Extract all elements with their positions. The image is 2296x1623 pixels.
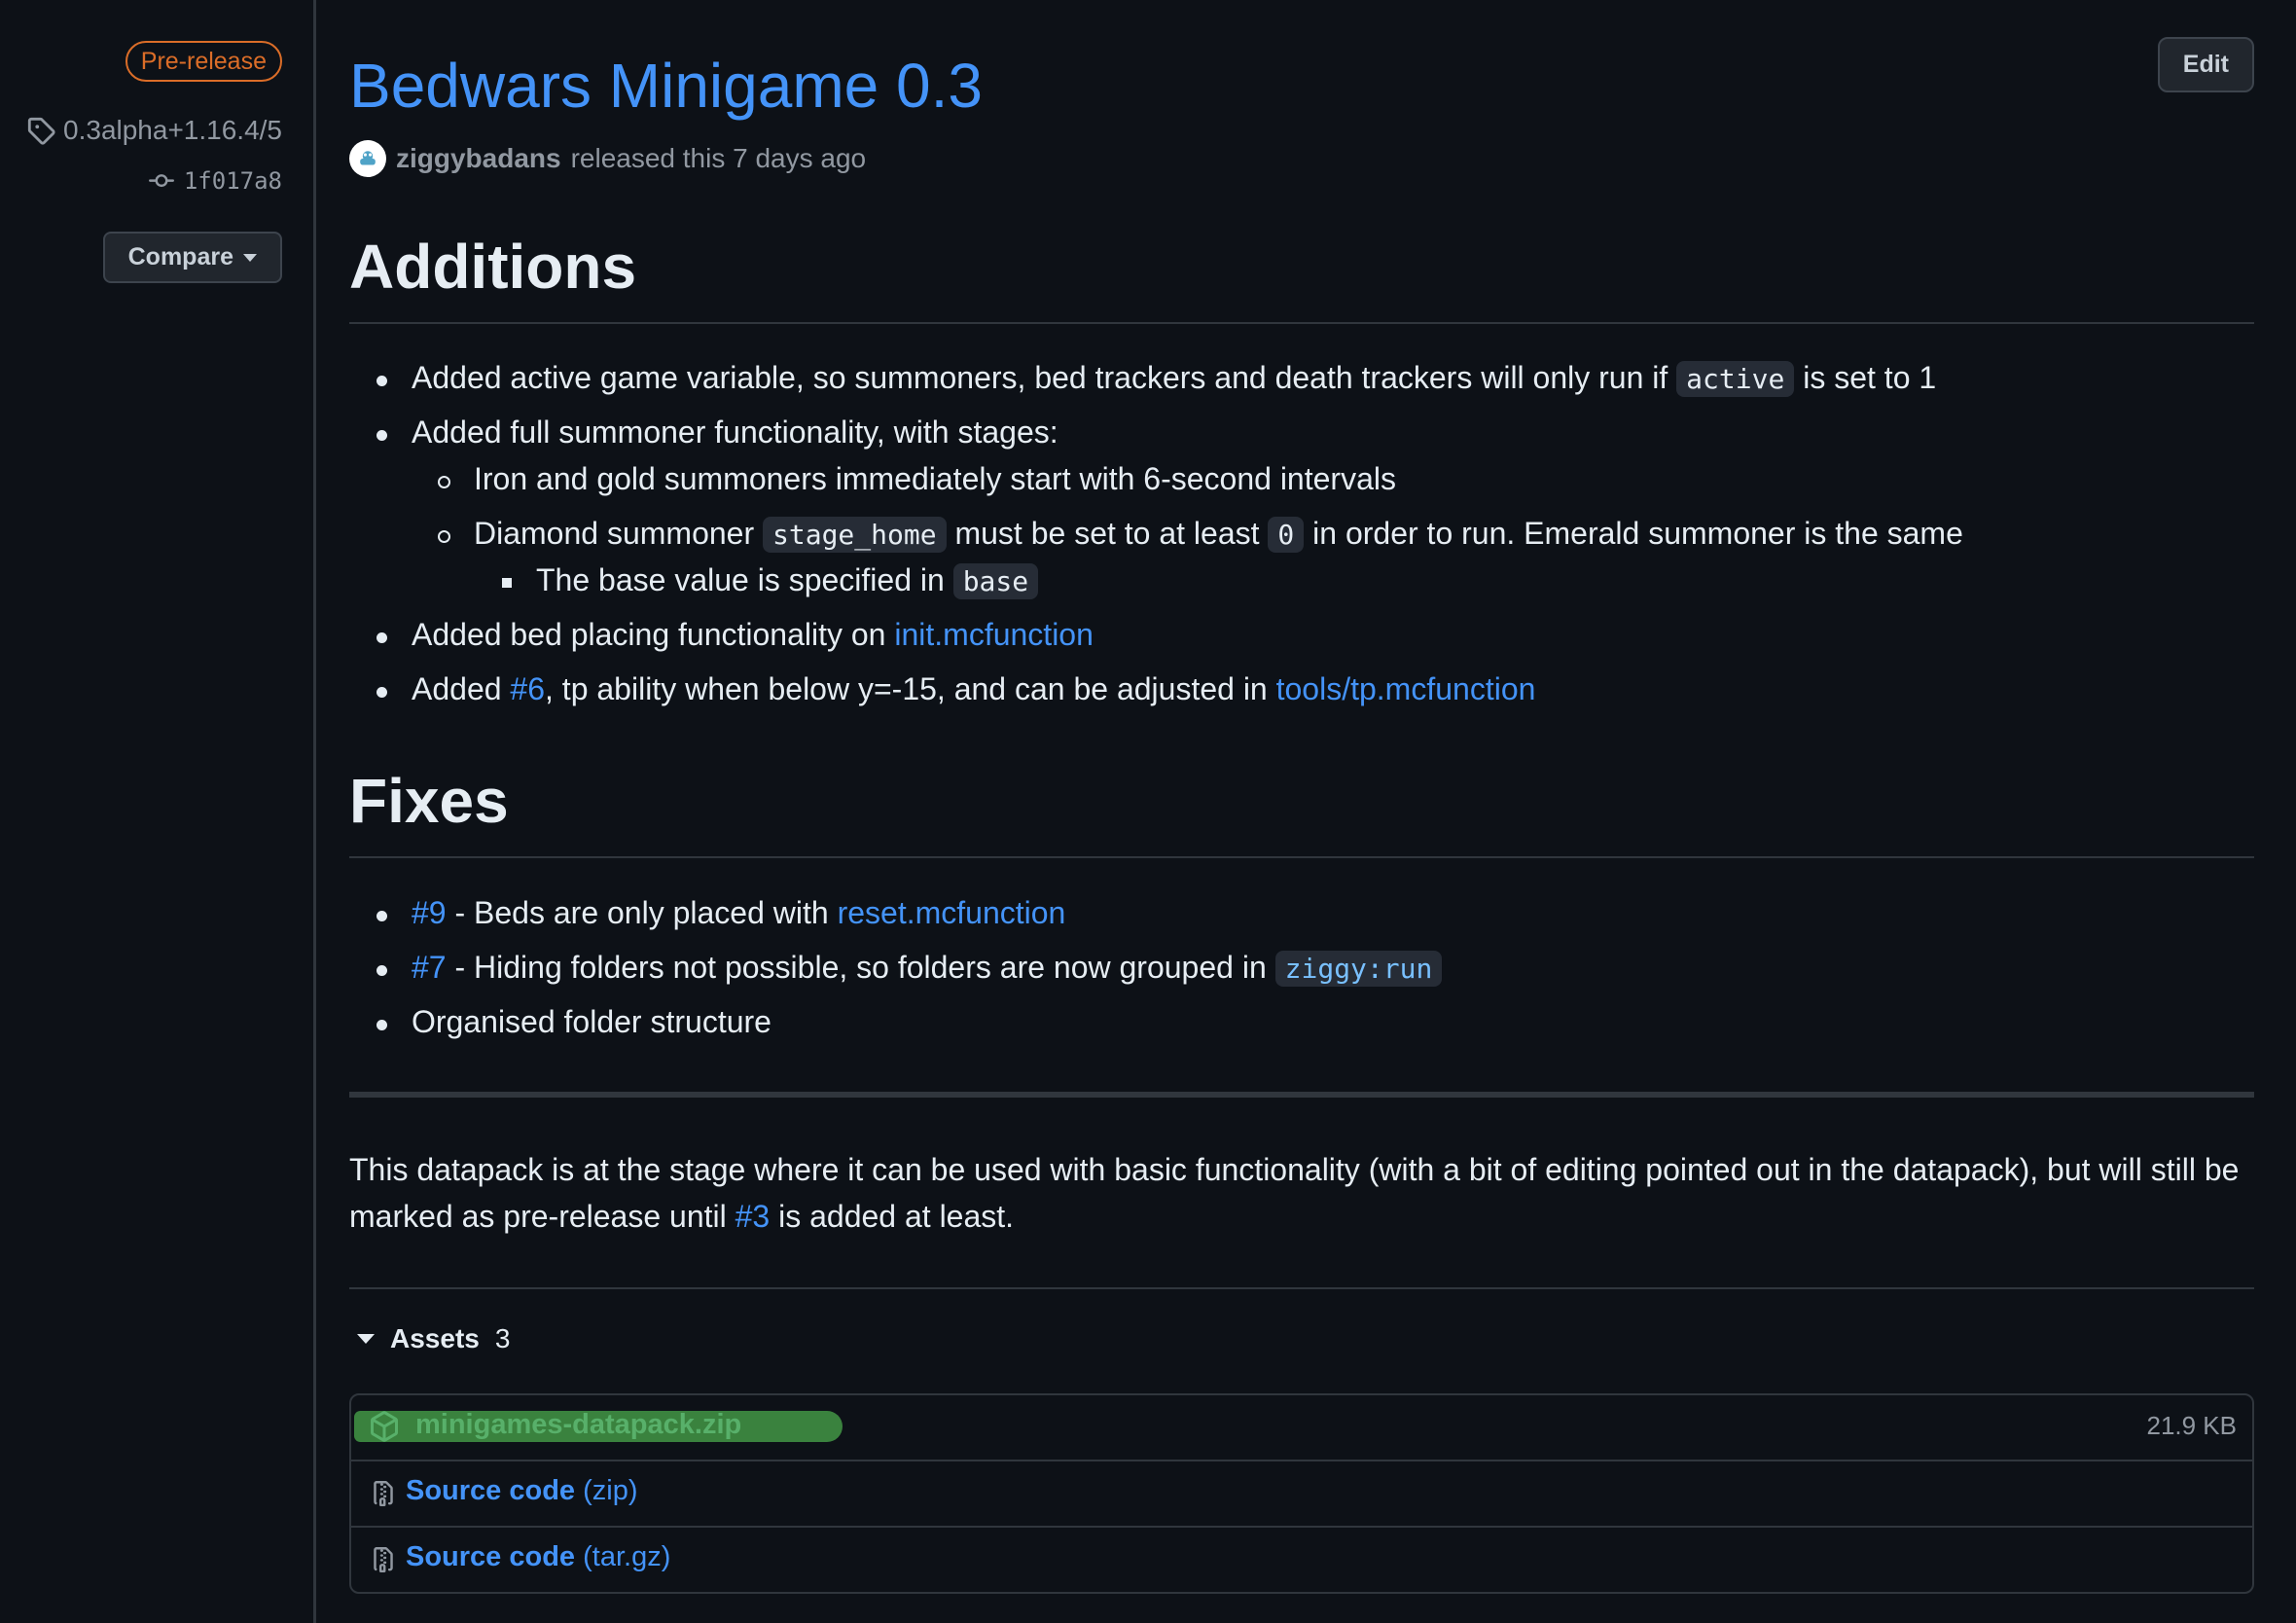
source-code-ext: (tar.gz): [583, 1541, 671, 1572]
list-item: Added bed placing functionality on init.…: [412, 617, 1094, 653]
assets-label: Assets: [390, 1323, 480, 1353]
tag-name: 0.3alpha+1.16.4/5: [63, 115, 282, 145]
commit-icon: [148, 174, 174, 188]
item-text: Added bed placing functionality on: [412, 617, 895, 652]
inline-code: 0: [1268, 517, 1305, 553]
item-text: must be set to at least: [946, 516, 1269, 551]
list-item: Added active game variable, so summoners…: [412, 360, 1937, 397]
issue-7-link[interactable]: #7: [412, 950, 447, 985]
list-item: The base value is specified in base: [536, 562, 1039, 599]
source-code-zip-link[interactable]: Source code (zip): [406, 1475, 638, 1507]
source-code-label: Source code: [406, 1541, 576, 1572]
list-bullet: [377, 911, 387, 921]
asset-size: 21.9 KB: [2146, 1411, 2237, 1440]
inline-code: base: [952, 563, 1039, 599]
list-square: [502, 578, 512, 588]
list-bullet: [377, 430, 387, 441]
list-item: Added #6, tp ability when below y=-15, a…: [412, 671, 1535, 707]
assets-toggle[interactable]: Assets 3: [357, 1323, 510, 1354]
note-text: This datapack is at the stage where it c…: [349, 1152, 2240, 1234]
note-text: is added at least.: [770, 1199, 1015, 1234]
asset-row[interactable]: Source code (zip): [351, 1461, 2252, 1526]
issue-9-link[interactable]: #9: [412, 895, 447, 930]
item-text: is set to 1: [1794, 360, 1937, 395]
list-bullet: [377, 376, 387, 386]
list-bullet: [377, 687, 387, 698]
list-circle: [438, 530, 450, 543]
release-byline: ziggybadans released this 7 days ago: [349, 140, 866, 177]
item-text: Added active game variable, so summoners…: [412, 360, 1677, 395]
asset-link[interactable]: minigames-datapack.zip: [415, 1409, 741, 1441]
source-code-targz-link[interactable]: Source code (tar.gz): [406, 1541, 670, 1573]
release-title[interactable]: Bedwars Minigame 0.3: [349, 47, 983, 125]
item-text: Diamond summoner: [474, 516, 763, 551]
release-note: This datapack is at the stage where it c…: [349, 1146, 2254, 1240]
source-code-label: Source code: [406, 1475, 576, 1506]
item-text: The base value is specified in: [536, 562, 953, 597]
source-code-ext: (zip): [583, 1475, 638, 1506]
list-item: Organised folder structure: [412, 1004, 771, 1039]
list-bullet: [377, 965, 387, 976]
item-text: Added: [412, 671, 511, 706]
caret-down-icon: [243, 253, 257, 262]
issue-3-link[interactable]: #3: [735, 1199, 771, 1234]
list-bullet: [377, 632, 387, 643]
item-text: in order to run. Emerald summoner is the…: [1304, 516, 1963, 551]
compare-button[interactable]: Compare: [102, 232, 282, 283]
assets-count: 3: [494, 1323, 511, 1353]
inline-code: stage_home: [763, 517, 947, 553]
inline-code[interactable]: ziggy:run: [1274, 951, 1443, 987]
fixes-heading: Fixes: [349, 766, 509, 836]
list-item: Diamond summoner stage_home must be set …: [474, 516, 1963, 553]
additions-heading: Additions: [349, 232, 637, 302]
list-item: #9 - Beds are only placed with reset.mcf…: [412, 895, 1065, 931]
asset-row[interactable]: Source code (tar.gz): [351, 1528, 2252, 1592]
list-item: Iron and gold summoners immediately star…: [474, 461, 1396, 496]
reset-mcfunction-link[interactable]: reset.mcfunction: [838, 895, 1066, 930]
compare-label: Compare: [127, 243, 233, 270]
sidebar-divider: [313, 0, 316, 1623]
released-text: released this 7 days ago: [570, 143, 867, 173]
author-link[interactable]: ziggybadans: [396, 143, 561, 174]
commit-link[interactable]: 1f017a8: [147, 167, 282, 195]
item-text: - Hiding folders not possible, so folder…: [446, 950, 1275, 985]
list-circle: [438, 476, 450, 488]
assets-rule: [349, 1287, 2254, 1289]
fixes-rule: [349, 856, 2254, 858]
additions-rule: [349, 322, 2254, 324]
list-item: Added full summoner functionality, with …: [412, 415, 1058, 450]
init-mcfunction-link[interactable]: init.mcfunction: [894, 617, 1094, 652]
item-text: , tp ability when below y=-15, and can b…: [545, 671, 1276, 706]
package-icon: [371, 1411, 398, 1442]
tag-link[interactable]: 0.3alpha+1.16.4/5: [26, 115, 282, 146]
file-zip-icon: [374, 1481, 393, 1506]
tag-icon: [27, 117, 55, 145]
issue-6-link[interactable]: #6: [510, 671, 545, 706]
avatar[interactable]: [349, 140, 386, 177]
release-sidebar: Pre-release 0.3alpha+1.16.4/5 1f017a8 Co…: [0, 0, 315, 1623]
triangle-down-icon: [357, 1334, 375, 1344]
pre-release-badge: Pre-release: [125, 41, 282, 82]
list-bullet: [377, 1020, 387, 1030]
list-item: #7 - Hiding folders not possible, so fol…: [412, 950, 1443, 987]
avatar-icon: [360, 151, 376, 165]
file-zip-icon: [374, 1547, 393, 1572]
asset-row[interactable]: minigames-datapack.zip 21.9 KB: [351, 1395, 2252, 1460]
item-text: - Beds are only placed with: [446, 895, 838, 930]
tp-mcfunction-link[interactable]: tools/tp.mcfunction: [1276, 671, 1536, 706]
edit-button[interactable]: Edit: [2157, 37, 2254, 92]
inline-code: active: [1676, 361, 1795, 397]
assets-list: minigames-datapack.zip 21.9 KB Source co…: [349, 1393, 2254, 1594]
section-rule: [349, 1092, 2254, 1098]
commit-sha: 1f017a8: [183, 167, 282, 195]
